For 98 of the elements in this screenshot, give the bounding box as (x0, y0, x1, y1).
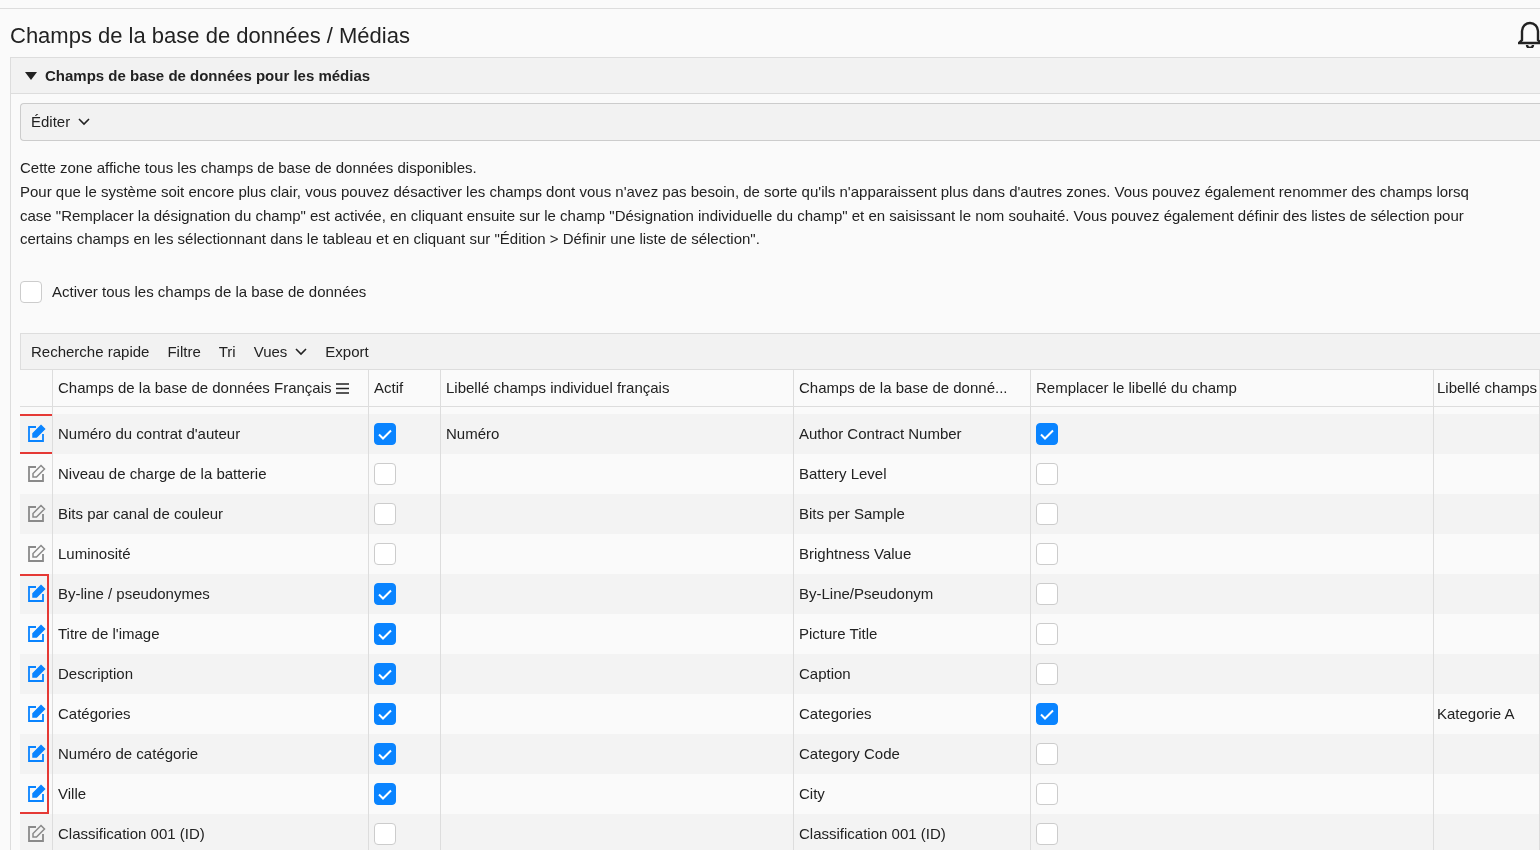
table-cell-text: Numéro du contrat d'auteur (58, 424, 241, 444)
checkbox[interactable] (1036, 823, 1058, 846)
table-cell-text: Niveau de charge de la batterie (58, 464, 267, 484)
edit-icon[interactable] (26, 584, 46, 605)
column-header[interactable]: Remplacer le libellé du champ (1031, 370, 1434, 408)
table-cell-text: Categories (799, 704, 872, 724)
check-icon (378, 708, 392, 720)
table-cell-text: Numéro de catégorie (58, 744, 199, 764)
edit-icon[interactable] (26, 664, 46, 685)
check-icon (1040, 708, 1054, 720)
table-cell-text: By-line / pseudonymes (58, 584, 210, 604)
toolbar-button[interactable]: Export (325, 340, 369, 363)
table-cell-text: By-Line/Pseudonym (799, 584, 934, 604)
table-cell-text: Author Contract Number (799, 424, 962, 444)
edit-icon[interactable] (26, 544, 46, 565)
table-row[interactable]: Ville City (20, 774, 1540, 815)
chevron-down-icon (295, 347, 308, 356)
column-header[interactable]: Actif (369, 370, 441, 408)
table-cell-text: Classification 001 (ID) (799, 824, 946, 844)
table-row[interactable]: Bits par canal de couleur Bits per Sample (20, 494, 1540, 535)
checkbox[interactable] (1036, 503, 1058, 526)
column-header[interactable]: Champs de la base de donné... (794, 370, 1031, 408)
table-row[interactable]: Numéro du contrat d'auteur Numéro Author Contract Number (20, 414, 1540, 455)
table-row[interactable]: By-line / pseudonymes By-Line/Pseudonym (20, 574, 1540, 615)
table-cell-text: Luminosité (58, 544, 131, 564)
table-cell-text: Bits par canal de couleur (58, 504, 224, 524)
check-icon (378, 588, 392, 600)
section-header[interactable]: Champs de base de données pour les médias (11, 58, 1540, 95)
checkbox-label: Activer tous les champs de la base de données (52, 281, 367, 302)
checkbox[interactable] (1036, 583, 1058, 606)
table-row[interactable]: Description Caption (20, 654, 1540, 695)
table-cell-text: Description (58, 664, 134, 684)
checkbox[interactable] (374, 503, 396, 526)
edit-icon[interactable] (26, 504, 46, 525)
column-header[interactable]: Champs de la base de données Français (53, 370, 369, 408)
table-cell-text: City (799, 784, 825, 804)
checkbox[interactable] (374, 423, 396, 446)
page-title: Champs de la base de données / Médias (10, 23, 410, 50)
table-cell-text: Category Code (799, 744, 900, 764)
check-icon (378, 428, 392, 440)
table-cell-text: Battery Level (799, 464, 887, 484)
checkbox[interactable] (374, 703, 396, 726)
toolbar-button[interactable]: Tri (218, 340, 236, 363)
table-cell-text: Caption (799, 664, 851, 684)
description-text: case "Remplacer la désignation du champ" est activée, en cliquant ensuite sur le champ "Désignation individuelle du champ" et en saisissant le nom souhaité. Vous pouvez également définir des listes de sélection pour (20, 205, 1465, 226)
section-title: Champs de base de données pour les médias (45, 65, 371, 86)
checkbox[interactable] (1036, 463, 1058, 486)
views-menu[interactable]: Vues (253, 340, 308, 363)
check-icon (378, 628, 392, 640)
edit-menu[interactable]: Éditer (31, 111, 91, 134)
table-cell-text: Ville (58, 784, 87, 804)
checkbox[interactable] (374, 583, 396, 606)
table-cell-text: Classification 001 (ID) (58, 824, 205, 844)
checkbox[interactable] (1036, 743, 1058, 766)
checkbox[interactable] (1036, 783, 1058, 806)
edit-icon[interactable] (26, 744, 46, 765)
checkbox[interactable] (374, 623, 396, 646)
table-row[interactable]: Classification 001 (ID) Classification 001 (ID) (20, 814, 1540, 850)
edit-icon[interactable] (26, 624, 46, 645)
check-icon (378, 788, 392, 800)
checkbox[interactable] (374, 663, 396, 686)
checkbox[interactable] (1036, 543, 1058, 566)
checkbox[interactable] (374, 543, 396, 566)
checkbox[interactable] (374, 823, 396, 846)
column-header[interactable]: Libellé champs individuel français (441, 370, 794, 408)
edit-icon[interactable] (26, 464, 46, 485)
table-cell-text: Brightness Value (799, 544, 912, 564)
table-cell-text: Kategorie A (1437, 704, 1515, 724)
checkbox[interactable] (1036, 423, 1058, 446)
checkbox[interactable] (1036, 663, 1058, 686)
table-cell-text: Titre de l'image (58, 624, 160, 644)
column-header[interactable]: Libellé champs (1434, 370, 1540, 408)
description-text: certains champs en les sélectionnant dans le tableau et en cliquant sur "Édition > Définir une liste de sélection". (20, 229, 761, 250)
checkbox[interactable] (20, 281, 42, 303)
checkbox[interactable] (374, 743, 396, 766)
edit-icon[interactable] (26, 704, 46, 725)
toolbar-button[interactable]: Recherche rapide (31, 340, 150, 363)
checkbox[interactable] (1036, 623, 1058, 646)
menu-icon[interactable] (335, 382, 349, 394)
toolbar-button[interactable]: Filtre (167, 340, 201, 363)
chevron-down-icon (78, 118, 91, 127)
table-cell-text: Catégories (58, 704, 131, 724)
edit-icon[interactable] (26, 824, 46, 845)
table-cell-text: Bits per Sample (799, 504, 905, 524)
table-cell-text: Picture Title (799, 624, 878, 644)
checkbox[interactable] (374, 463, 396, 486)
edit-icon[interactable] (26, 784, 46, 805)
caret-down-icon (25, 71, 37, 80)
check-icon (1040, 428, 1054, 440)
description-text: Pour que le système soit encore plus clair, vous pouvez désactiver les champs dont vous n'avez pas besoin, de sorte qu'ils n'apparaissent plus dans d'autres zones. Vous pouvez également renommer des champs lorsq (20, 182, 1470, 202)
table-row[interactable]: Numéro de catégorie Category Code (20, 734, 1540, 775)
table-cell-text: Numéro (446, 424, 500, 444)
check-icon (378, 668, 392, 680)
checkbox[interactable] (1036, 703, 1058, 726)
check-icon (378, 748, 392, 760)
edit-icon[interactable] (26, 424, 46, 445)
checkbox[interactable] (374, 783, 396, 806)
description-text: Cette zone affiche tous les champs de base de données disponibles. (20, 158, 478, 179)
